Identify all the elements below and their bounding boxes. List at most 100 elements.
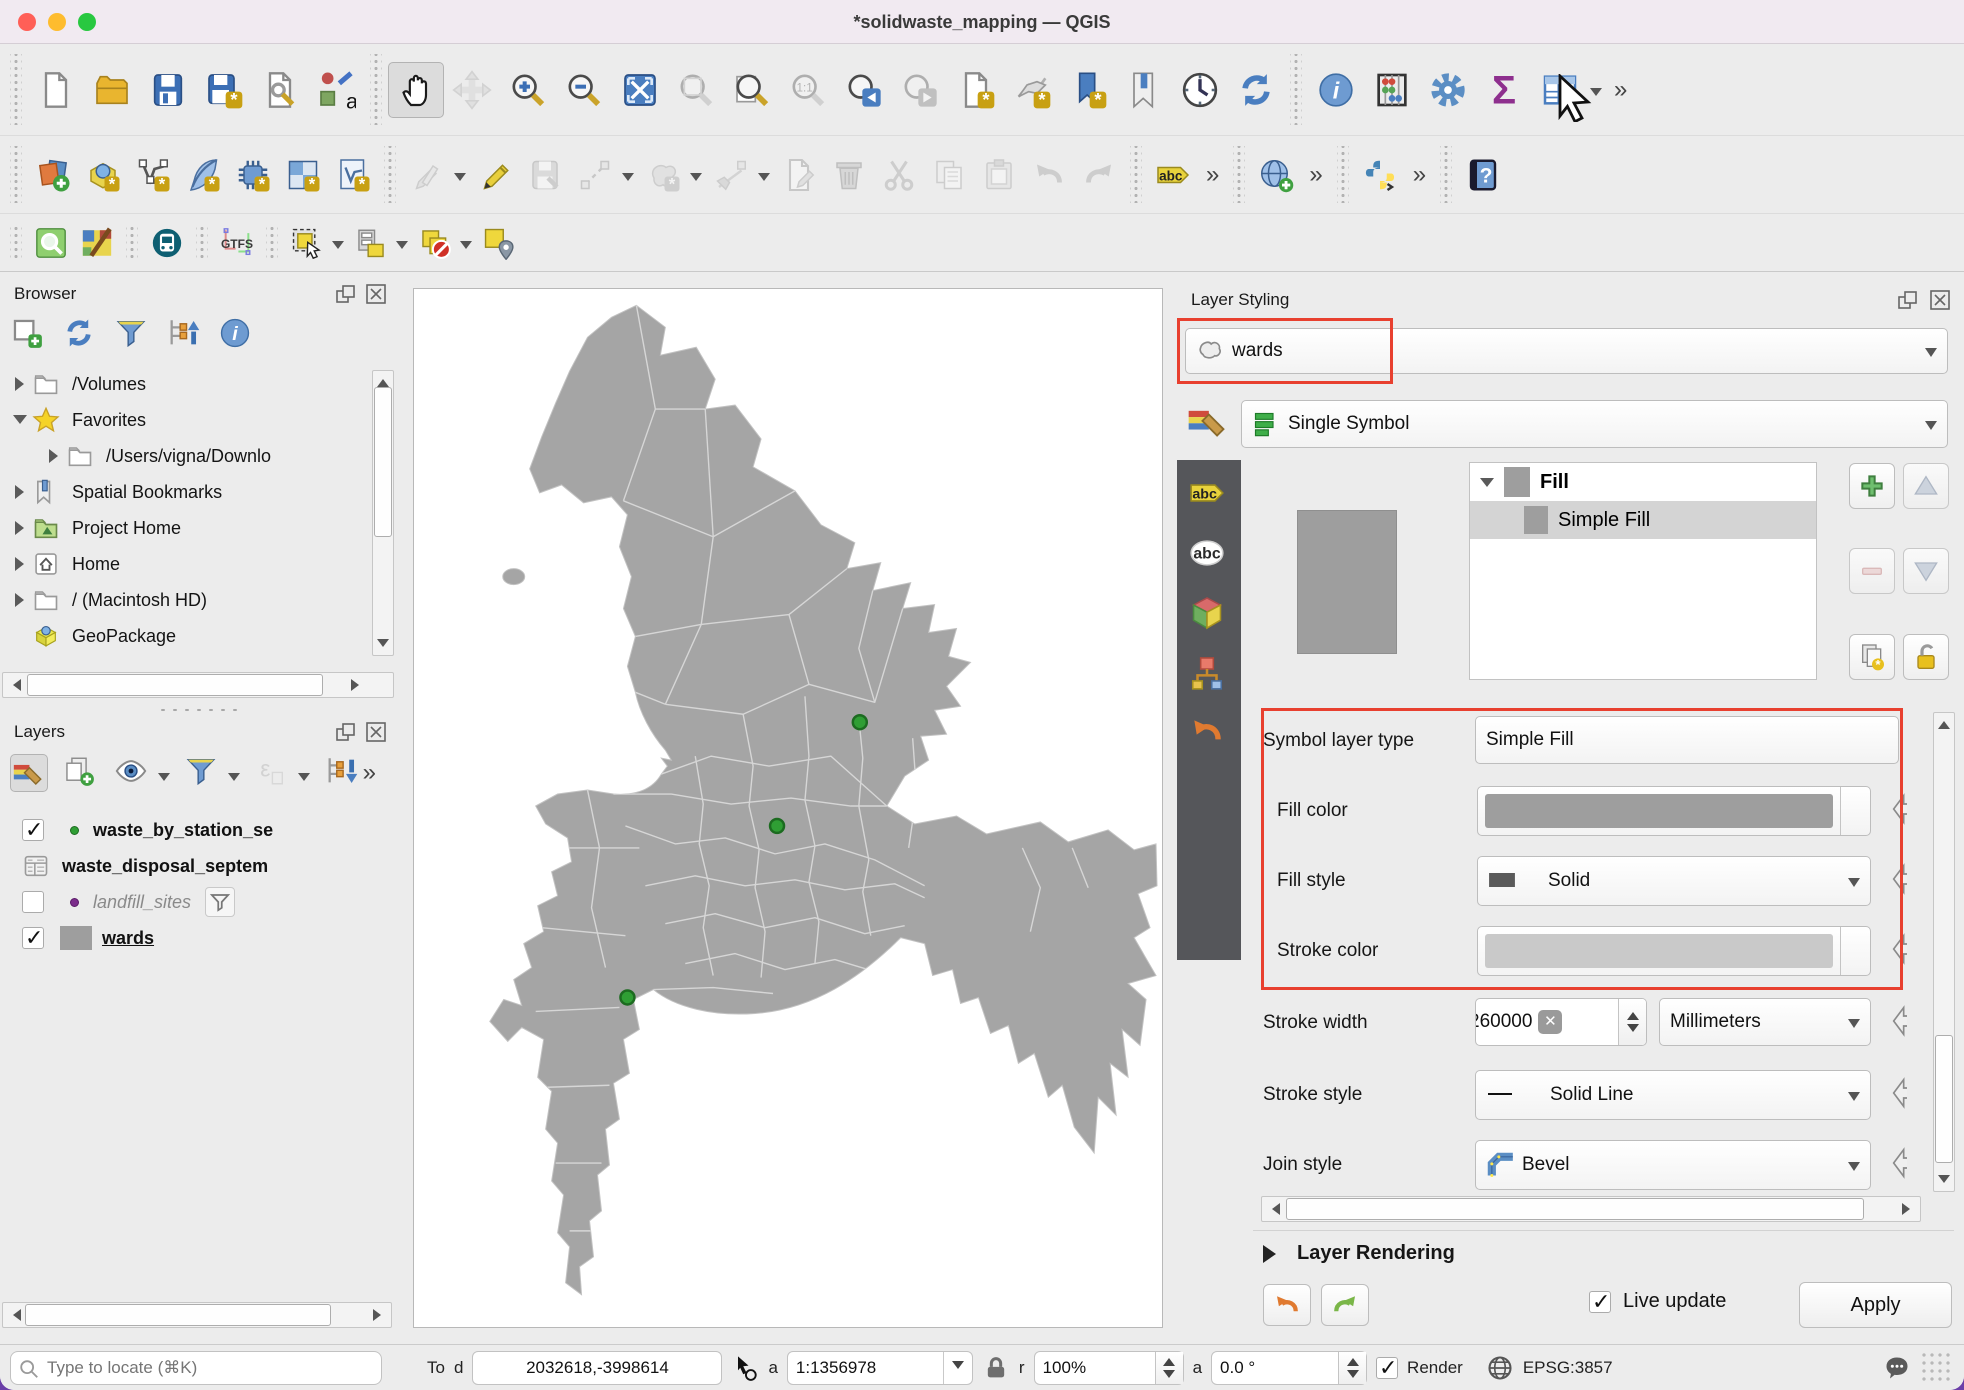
fill-color-dropdown[interactable] bbox=[1840, 787, 1870, 835]
pan-map-button[interactable] bbox=[388, 62, 444, 118]
filter-browser-button[interactable] bbox=[114, 316, 152, 354]
expander-icon[interactable] bbox=[8, 409, 32, 431]
browser-item-favorites[interactable]: Favorites bbox=[0, 402, 398, 438]
toolbar-overflow[interactable]: » bbox=[355, 759, 384, 787]
refresh-map-button[interactable] bbox=[1228, 62, 1284, 118]
data-defined-override-icon[interactable] bbox=[1877, 1143, 1907, 1187]
browser-item-geopackage[interactable]: GeoPackage bbox=[0, 618, 398, 654]
browser-vertical-scrollbar[interactable] bbox=[372, 370, 394, 656]
open-project-button[interactable] bbox=[84, 62, 140, 118]
zoom-next-button[interactable] bbox=[892, 62, 948, 118]
symbol-layers-tree[interactable]: Fill Simple Fill bbox=[1469, 462, 1817, 680]
minimize-window-button[interactable] bbox=[48, 13, 66, 31]
close-panel-icon[interactable] bbox=[1928, 288, 1952, 312]
add-delimited-text-layer-button[interactable]: * bbox=[328, 150, 378, 200]
new-spatial-bookmark-button[interactable]: * bbox=[1060, 62, 1116, 118]
layer-visibility-checkbox[interactable] bbox=[22, 819, 44, 841]
browser-item--macintosh-hd-[interactable]: / (Macintosh HD) bbox=[0, 582, 398, 618]
live-update-control[interactable]: Live update bbox=[1589, 1290, 1726, 1313]
temporal-controller-button[interactable] bbox=[1172, 62, 1228, 118]
add-selected-layers-button[interactable] bbox=[10, 316, 48, 354]
dropdown-arrow-icon[interactable] bbox=[228, 773, 240, 787]
expander-icon[interactable] bbox=[8, 521, 32, 535]
layer-labeling-button[interactable]: abc bbox=[1148, 150, 1198, 200]
browser-item-home[interactable]: Home bbox=[0, 546, 398, 582]
render-checkbox[interactable] bbox=[1376, 1357, 1398, 1379]
zoom-full-button[interactable] bbox=[612, 62, 668, 118]
python-console-button[interactable] bbox=[1355, 150, 1405, 200]
panel-splitter[interactable] bbox=[154, 706, 244, 714]
toolbar-grip[interactable] bbox=[10, 146, 22, 203]
expander-icon[interactable] bbox=[8, 557, 32, 571]
toolbar-overflow[interactable]: » bbox=[1405, 161, 1434, 189]
map-canvas[interactable] bbox=[413, 288, 1163, 1328]
data-defined-override-icon[interactable] bbox=[1877, 1001, 1907, 1045]
dropdown-arrow-icon[interactable] bbox=[454, 173, 466, 187]
deselect-features-button[interactable] bbox=[412, 220, 458, 266]
statistical-summary-button[interactable] bbox=[1364, 62, 1420, 118]
toolbar-grip[interactable] bbox=[196, 224, 208, 261]
zoom-native-button[interactable]: 1:1 bbox=[780, 62, 836, 118]
stroke-width-unit-combo[interactable]: Millimeters bbox=[1659, 998, 1871, 1046]
float-panel-icon[interactable] bbox=[334, 282, 358, 306]
manage-visibility-button[interactable] bbox=[114, 754, 152, 792]
rotation-spinbox[interactable]: 0.0 ° bbox=[1211, 1351, 1367, 1385]
digitize-segment-button[interactable] bbox=[570, 150, 620, 200]
refresh-browser-button[interactable] bbox=[62, 316, 100, 354]
vertex-tool-button[interactable] bbox=[706, 150, 756, 200]
layer-item-landfill-sites[interactable]: landfill_sites bbox=[0, 884, 398, 920]
scale-combo[interactable]: 1:1356978 bbox=[787, 1351, 973, 1385]
save-project-as-button[interactable]: * bbox=[196, 62, 252, 118]
toggle-extents-icon[interactable] bbox=[731, 1354, 759, 1382]
layer-select-combo[interactable]: wards bbox=[1185, 328, 1948, 374]
toolbar-grip[interactable] bbox=[384, 146, 396, 203]
add-raster-layer-button[interactable]: * bbox=[278, 150, 328, 200]
add-geopackage-layer-button[interactable]: * bbox=[78, 150, 128, 200]
toolbar-overflow[interactable]: » bbox=[1301, 161, 1330, 189]
zoom-window-button[interactable] bbox=[78, 13, 96, 31]
toolbar-grip[interactable] bbox=[126, 224, 138, 261]
save-project-button[interactable] bbox=[140, 62, 196, 118]
map-themes-button[interactable] bbox=[74, 220, 120, 266]
filter-by-expression-button[interactable]: ε bbox=[254, 754, 292, 792]
browser-horizontal-scrollbar[interactable] bbox=[2, 672, 394, 698]
live-update-checkbox[interactable] bbox=[1589, 1291, 1611, 1313]
browser-item-project-home[interactable]: Project Home bbox=[0, 510, 398, 546]
digitize-shape-button[interactable]: * bbox=[638, 150, 688, 200]
expander-icon[interactable] bbox=[8, 377, 32, 391]
data-defined-override-icon[interactable] bbox=[1877, 929, 1907, 973]
toolbar-grip[interactable] bbox=[1233, 146, 1245, 203]
remove-symbol-layer-button[interactable] bbox=[1849, 548, 1895, 594]
masks-tab-button[interactable]: abc bbox=[1186, 534, 1232, 576]
new-shapefile-layer-button[interactable]: * bbox=[178, 150, 228, 200]
dropdown-arrow-icon[interactable] bbox=[332, 241, 344, 255]
fill-style-combo[interactable]: Solid bbox=[1477, 856, 1871, 906]
stroke-color-dropdown[interactable] bbox=[1840, 927, 1870, 975]
history-tab-button[interactable] bbox=[1186, 714, 1232, 756]
move-symbol-up-button[interactable] bbox=[1903, 463, 1949, 509]
renderer-combo[interactable]: Single Symbol bbox=[1241, 400, 1948, 448]
join-style-combo[interactable]: Bevel bbox=[1475, 1140, 1871, 1190]
dropdown-arrow-icon[interactable] bbox=[460, 241, 472, 255]
toolbar-grip[interactable] bbox=[1337, 146, 1349, 203]
style-undo-button[interactable] bbox=[1263, 1284, 1311, 1326]
identify-features-button[interactable]: i bbox=[1308, 62, 1364, 118]
select-features-button[interactable] bbox=[284, 220, 330, 266]
browser-item--users-vigna-downlo[interactable]: /Users/vigna/Downlo bbox=[0, 438, 398, 474]
select-by-form-button[interactable] bbox=[348, 220, 394, 266]
toolbar-overflow[interactable]: » bbox=[1606, 76, 1635, 104]
toolbar-grip[interactable] bbox=[1290, 54, 1302, 125]
data-defined-override-icon[interactable] bbox=[1877, 1073, 1907, 1117]
layers-horizontal-scrollbar[interactable] bbox=[2, 1302, 392, 1328]
resize-grip[interactable] bbox=[1920, 1351, 1954, 1385]
data-source-manager-button[interactable] bbox=[28, 150, 78, 200]
save-layer-edits-button[interactable] bbox=[520, 150, 570, 200]
labels-tab-button[interactable]: abc bbox=[1186, 474, 1232, 516]
crs-globe-icon[interactable] bbox=[1486, 1354, 1514, 1382]
symbol-tree-fill-row[interactable]: Fill bbox=[1470, 463, 1816, 501]
clear-value-icon[interactable]: ✕ bbox=[1538, 1010, 1562, 1034]
sum-features-button[interactable]: Σ bbox=[1476, 62, 1532, 118]
cut-features-button[interactable] bbox=[874, 150, 924, 200]
toolbar-grip[interactable] bbox=[1130, 146, 1142, 203]
new-map-view-button[interactable]: * bbox=[948, 62, 1004, 118]
